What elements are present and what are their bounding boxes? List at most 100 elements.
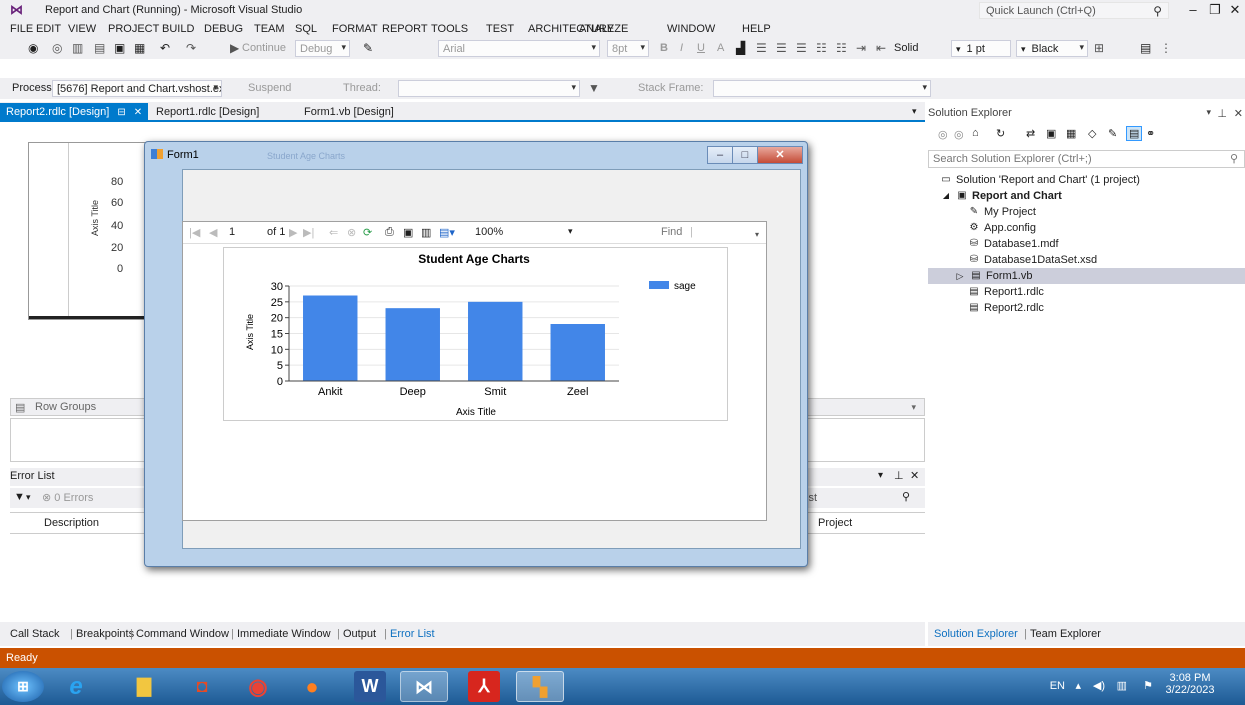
- background-color-icon[interactable]: ▟: [736, 41, 745, 55]
- align-center-icon[interactable]: ☰: [776, 41, 787, 55]
- search-icon[interactable]: ⚲: [902, 490, 910, 503]
- align-left-icon[interactable]: ☰: [756, 41, 767, 55]
- solution-tree-item[interactable]: ▭ Solution 'Report and Chart' (1 project): [928, 172, 1245, 188]
- close-button[interactable]: ✕: [1224, 2, 1245, 18]
- menu-project[interactable]: PROJECT: [108, 23, 159, 35]
- menu-edit[interactable]: EDIT: [36, 23, 61, 35]
- tab-report1-design[interactable]: Report1.rdlc [Design]: [150, 103, 265, 122]
- stop-icon[interactable]: ⊗: [347, 226, 356, 239]
- clock[interactable]: 3:08 PM 3/22/2023: [1165, 672, 1215, 696]
- filter-icon[interactable]: ▼: [588, 81, 600, 95]
- solution-tree-item[interactable]: ▷ ▤ Form1.vb: [928, 268, 1245, 284]
- tab-output[interactable]: Output: [343, 628, 376, 640]
- indent-icon[interactable]: ⇥: [856, 41, 866, 55]
- file-explorer-icon[interactable]: ▇: [120, 671, 168, 702]
- toolbar-overflow-icon[interactable]: ▾: [755, 230, 759, 239]
- align-right-icon[interactable]: ☰: [796, 41, 807, 55]
- undo-icon[interactable]: ↶: [160, 41, 170, 55]
- chevron-down-icon[interactable]: ▾: [911, 402, 916, 413]
- close-icon[interactable]: ✕: [1234, 107, 1243, 120]
- last-page-icon[interactable]: ▶|: [303, 226, 314, 239]
- volume-icon[interactable]: ◀): [1093, 679, 1105, 692]
- sync-icon[interactable]: ↻: [996, 127, 1005, 140]
- page-setup-icon[interactable]: ▥: [421, 226, 431, 239]
- firefox-icon[interactable]: ●: [288, 671, 336, 702]
- close-icon[interactable]: ✕: [910, 469, 919, 482]
- save-icon[interactable]: ▣: [114, 41, 125, 55]
- first-page-icon[interactable]: |◀: [189, 226, 200, 239]
- process-dropdown[interactable]: [5676] Report and Chart.vshost.exe ▾: [52, 80, 222, 97]
- show-all-files-icon[interactable]: ▦: [1066, 127, 1076, 140]
- chevron-down-icon[interactable]: ▾: [568, 226, 573, 237]
- minimize-button[interactable]: –: [707, 146, 733, 164]
- menu-report[interactable]: REPORT: [382, 23, 428, 35]
- quick-launch-input[interactable]: Quick Launch (Ctrl+Q) ⚲: [979, 2, 1169, 19]
- filter-icon[interactable]: ▼: [14, 491, 25, 503]
- font-color-icon[interactable]: A: [717, 42, 724, 54]
- line-width-dropdown[interactable]: ▾ 1 pt: [951, 40, 1011, 57]
- solution-tree-item[interactable]: ✎ My Project: [928, 204, 1245, 220]
- column-project[interactable]: Project: [818, 517, 852, 529]
- bold-icon[interactable]: B: [660, 42, 668, 54]
- back-icon[interactable]: ⇐: [329, 226, 338, 239]
- solution-tree-item[interactable]: ▤ Report2.rdlc: [928, 300, 1245, 316]
- menu-team[interactable]: TEAM: [254, 23, 285, 35]
- menu-analyze[interactable]: ANALYZE: [579, 23, 628, 35]
- solution-explorer-search-input[interactable]: Search Solution Explorer (Ctrl+;) ⚲: [928, 150, 1245, 168]
- save-all-icon[interactable]: ▦: [134, 41, 145, 55]
- properties-icon[interactable]: ✎: [1108, 127, 1117, 140]
- solution-tree-item[interactable]: ▤ Report1.rdlc: [928, 284, 1245, 300]
- menu-file[interactable]: FILE: [10, 23, 33, 35]
- language-indicator[interactable]: EN: [1050, 680, 1065, 692]
- show-hidden-icons-icon[interactable]: ▴: [1075, 679, 1081, 692]
- chrome-icon[interactable]: ◉: [234, 671, 282, 702]
- solution-tree-item[interactable]: ⛁ Database1.mdf: [928, 236, 1245, 252]
- dropdown-icon[interactable]: ▾: [878, 470, 883, 481]
- report-icon[interactable]: ▤: [1140, 41, 1151, 55]
- view-code-icon[interactable]: ◇: [1088, 127, 1096, 140]
- start-button-icon[interactable]: ⊞: [2, 671, 44, 702]
- next-page-icon[interactable]: ▶: [289, 226, 297, 239]
- maximize-button[interactable]: □: [732, 146, 758, 164]
- dropdown-icon[interactable]: ▾: [1206, 107, 1211, 118]
- border-icon[interactable]: ⊞: [1094, 41, 1104, 55]
- line-color-dropdown[interactable]: ▾ Black ▾: [1016, 40, 1088, 57]
- toolbar-options-icon[interactable]: ⋮: [1160, 41, 1172, 55]
- format-brush-icon[interactable]: ✎: [363, 41, 373, 55]
- menu-window[interactable]: WINDOW: [667, 23, 715, 35]
- font-name-dropdown[interactable]: Arial ▾: [438, 40, 600, 57]
- restore-button[interactable]: ❐: [1204, 2, 1226, 18]
- pin-icon[interactable]: ⊥: [1217, 107, 1227, 120]
- solution-config-dropdown[interactable]: Debug ▾: [295, 40, 350, 57]
- word-icon[interactable]: W: [354, 671, 386, 702]
- tab-report2-design[interactable]: Report2.rdlc [Design] ⊟ ✕: [0, 103, 149, 122]
- open-icon[interactable]: ▤: [94, 41, 105, 55]
- suspend-button[interactable]: Suspend: [248, 82, 291, 94]
- print-layout-icon[interactable]: ▣: [403, 226, 413, 239]
- tab-form1-design[interactable]: Form1.vb [Design]: [298, 103, 400, 122]
- expanded-arrow-icon[interactable]: ◢: [940, 190, 952, 202]
- continue-label[interactable]: Continue: [242, 42, 286, 54]
- menu-view[interactable]: VIEW: [68, 23, 96, 35]
- solution-tree-item[interactable]: ⚙ App.config: [928, 220, 1245, 236]
- refresh-icon[interactable]: ⟳: [363, 226, 372, 239]
- continue-icon[interactable]: ▶: [230, 41, 239, 55]
- collapsed-arrow-icon[interactable]: ▷: [954, 270, 966, 282]
- menu-test[interactable]: TEST: [486, 23, 514, 35]
- pin-icon[interactable]: ⊥: [894, 469, 904, 482]
- outdent-icon[interactable]: ⇤: [876, 41, 886, 55]
- tab-breakpoints[interactable]: Breakpoints: [76, 628, 134, 640]
- action-center-icon[interactable]: ⚑: [1143, 679, 1153, 692]
- chevron-down-icon[interactable]: ▾: [26, 492, 31, 503]
- tab-command-window[interactable]: Command Window: [136, 628, 229, 640]
- errors-filter-button[interactable]: ⊗ 0 Errors: [42, 491, 93, 504]
- tab-team-explorer[interactable]: Team Explorer: [1030, 628, 1101, 640]
- menu-tools[interactable]: TOOLS: [431, 23, 468, 35]
- acrobat-icon[interactable]: ⅄: [468, 671, 500, 702]
- close-button[interactable]: ✕: [757, 146, 803, 164]
- column-description[interactable]: Description: [44, 517, 99, 529]
- italic-icon[interactable]: I: [680, 42, 683, 54]
- tab-solution-explorer[interactable]: Solution Explorer: [934, 628, 1018, 640]
- close-icon[interactable]: ✕: [134, 107, 142, 118]
- report-viewer[interactable]: |◀ ◀ 1 of 1 ▶ ▶| ⇐ ⊗ ⟳ ⎙ ▣ ▥ ▤▾ 100% ▾ F…: [182, 221, 767, 521]
